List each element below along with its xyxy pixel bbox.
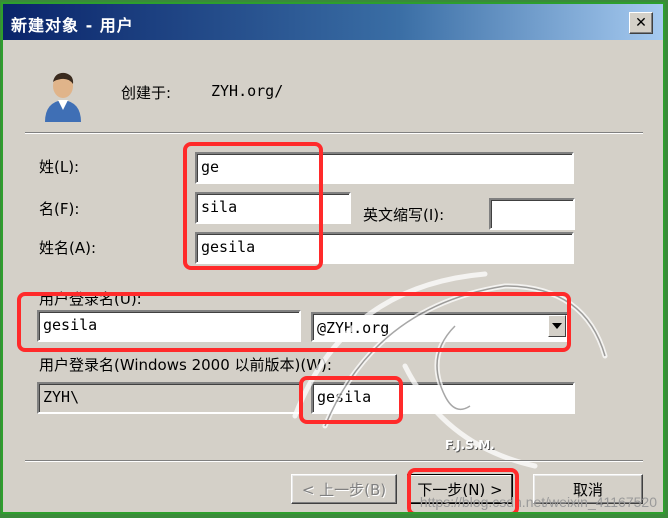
title-bar: 新建对象 - 用户 ✕ (3, 4, 663, 40)
domain-select[interactable]: @ZYH.org (311, 312, 569, 342)
separator-top (25, 132, 643, 134)
watermark-logo-text: F.J.S.M. (445, 438, 495, 452)
logon-name-label: 用户登录名(U): (39, 290, 142, 308)
first-name-input[interactable]: sila (195, 192, 351, 224)
pre2000-domain-field: ZYH\ (37, 382, 301, 414)
full-name-input[interactable]: gesila (195, 232, 574, 264)
close-icon: ✕ (635, 15, 647, 31)
window-title: 新建对象 - 用户 (11, 16, 134, 35)
user-icon (45, 72, 81, 122)
pre2000-logon-label: 用户登录名(Windows 2000 以前版本)(W): (39, 356, 332, 374)
pre2000-logon-input[interactable]: gesila (311, 382, 575, 414)
separator-bottom (25, 460, 643, 462)
full-name-label: 姓名(A): (39, 239, 97, 257)
last-name-label: 姓(L): (39, 158, 80, 176)
created-in-value: ZYH.org/ (211, 82, 284, 100)
initials-input[interactable] (489, 198, 575, 230)
last-name-input[interactable]: ge (195, 152, 574, 184)
domain-select-value: @ZYH.org (317, 319, 390, 337)
close-button[interactable]: ✕ (629, 12, 653, 34)
logon-name-input[interactable]: gesila (37, 310, 301, 342)
first-name-label: 名(F): (39, 200, 80, 218)
chevron-down-icon[interactable] (548, 315, 566, 337)
horse-watermark-logo (292, 271, 608, 469)
initials-label: 英文缩写(I): (363, 206, 445, 224)
new-user-dialog: 新建对象 - 用户 ✕ 创建于: ZYH.org/ 姓(L): ge 名(F):… (1, 2, 665, 514)
back-button[interactable]: < 上一步(B) (291, 474, 397, 504)
watermark-url: https://blog.csdn.net/weixin_41167520 (419, 494, 657, 510)
created-in-label: 创建于: (121, 84, 172, 102)
